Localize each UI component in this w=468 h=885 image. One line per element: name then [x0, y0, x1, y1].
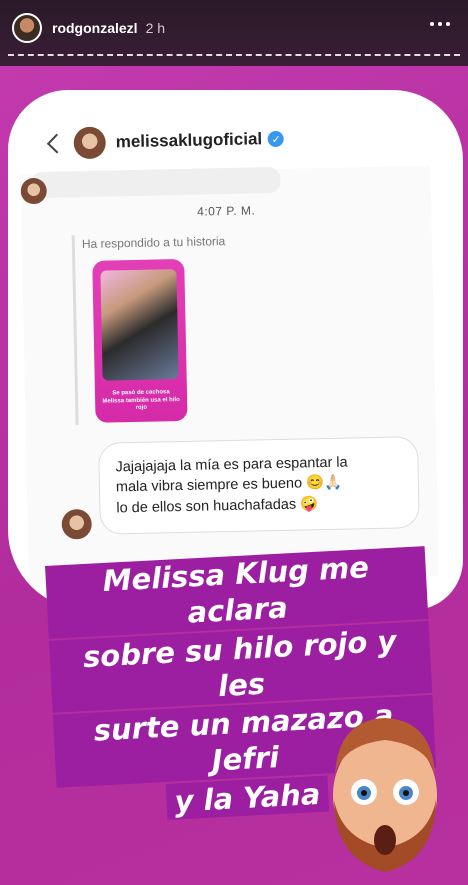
dm-username: melissaklugoficial [115, 129, 263, 152]
dm-header: melissaklugoficial ✓ [19, 105, 431, 175]
caption-line: y la Yaha [165, 775, 330, 820]
avatar[interactable] [12, 13, 42, 43]
previous-message-avatar [20, 177, 48, 205]
story-progress-bar [8, 54, 460, 56]
story-header: rodgonzalezl 2 h [0, 0, 468, 66]
dm-screenshot: melissaklugoficial ✓ 4:07 P. M. Ha respo… [19, 105, 439, 585]
reply-label: Ha respondido a tu historia [81, 234, 226, 252]
previous-message [30, 166, 281, 199]
thumbnail-text: Se pasó de cachosa Melissa también usa e… [102, 389, 180, 411]
story-reply-thumbnail: Se pasó de cachosa Melissa también usa e… [92, 258, 188, 423]
message-avatar [61, 508, 93, 540]
reply-indicator [71, 235, 79, 426]
more-icon[interactable] [430, 14, 450, 34]
message-bubble: Jajajajaja la mía es para espantar la ma… [98, 436, 420, 535]
story-username[interactable]: rodgonzalezl [52, 20, 138, 36]
story-time: 2 h [145, 20, 166, 36]
verified-icon: ✓ [267, 130, 285, 148]
dm-avatar [73, 126, 107, 160]
memoji-sticker [333, 718, 437, 872]
back-icon [46, 133, 67, 154]
message-timestamp: 4:07 P. M. [196, 203, 256, 219]
thumbnail-photo [100, 269, 179, 381]
